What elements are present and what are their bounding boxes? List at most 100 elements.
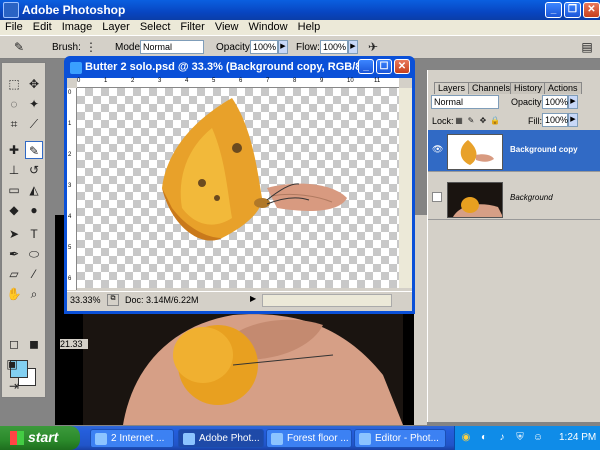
layer-thumbnail: [447, 134, 503, 170]
status-options-icon[interactable]: ⧉: [107, 294, 119, 306]
toolbox: ⬚ ✥ ◌ ✦ ⌗ ⟋ ✚ ✎ ⊥ ↺ ▭ ◭ ◆ ● ➤ T ✒ ⬭ ▱ ⁄ …: [1, 62, 46, 398]
close-button[interactable]: ✕: [583, 2, 600, 18]
shape-tool-icon[interactable]: ⬭: [25, 245, 43, 263]
tab-history[interactable]: History: [510, 82, 547, 94]
menu-filter[interactable]: Filter: [175, 20, 209, 33]
opacity-input[interactable]: 100%: [250, 40, 278, 54]
healing-brush-tool-icon[interactable]: ✚: [5, 141, 23, 159]
mode-label: Mode:: [115, 42, 143, 53]
layer-opacity-label: Opacity:: [511, 97, 545, 107]
dodge-tool-icon[interactable]: ●: [25, 201, 43, 219]
menu-layer[interactable]: Layer: [97, 20, 135, 33]
taskbar-item-editor[interactable]: Editor - Phot...: [354, 429, 446, 448]
system-tray: ◉ ◐ ♪ ⛨ ☺ 1:24 PM: [454, 426, 600, 450]
doc-minimize-button[interactable]: _: [358, 59, 374, 74]
layer-visibility-eye-icon[interactable]: 👁: [432, 144, 443, 154]
menu-image[interactable]: Image: [57, 20, 98, 33]
tab-channels[interactable]: Channels: [468, 82, 515, 94]
lock-transparency-icon[interactable]: ▦: [454, 112, 464, 130]
eyedropper-tool-icon[interactable]: ⁄: [25, 265, 43, 283]
fill-arrow-icon[interactable]: ▶: [568, 113, 578, 127]
zoom-level[interactable]: 33.33%: [70, 295, 101, 305]
marquee-tool-icon[interactable]: ⬚: [5, 75, 23, 93]
tray-messenger-icon[interactable]: ☺: [531, 429, 545, 443]
menu-window[interactable]: Window: [244, 20, 293, 33]
menu-file[interactable]: File: [0, 20, 28, 33]
path-selection-tool-icon[interactable]: ➤: [5, 225, 23, 243]
zoom-tool-icon[interactable]: ⌕: [25, 285, 43, 303]
layer-row-background[interactable]: Background: [428, 178, 600, 220]
start-button[interactable]: start: [0, 426, 80, 450]
document-horizontal-scrollbar[interactable]: [262, 294, 392, 307]
notes-tool-icon[interactable]: ▱: [5, 265, 23, 283]
brush-tool-icon[interactable]: ✎: [25, 141, 43, 159]
taskbar-clock: 1:24 PM: [559, 432, 597, 443]
photoshop-icon: [183, 433, 195, 445]
editor-icon: [359, 433, 371, 445]
pen-tool-icon[interactable]: ✒: [5, 245, 23, 263]
slice-tool-icon[interactable]: ⟋: [25, 115, 43, 133]
doc-close-button[interactable]: ✕: [394, 59, 410, 74]
doc-maximize-button[interactable]: ☐: [376, 59, 392, 74]
tab-actions[interactable]: Actions: [544, 82, 582, 94]
crop-tool-icon[interactable]: ⌗: [5, 115, 23, 133]
background-doc-scrollbar[interactable]: [414, 215, 427, 425]
palette-well-icon[interactable]: ▤: [578, 38, 596, 56]
document-window[interactable]: Butter 2 solo.psd @ 33.3% (Background co…: [64, 56, 415, 314]
lock-all-icon[interactable]: 🔒: [490, 112, 500, 130]
layer-opacity-arrow-icon[interactable]: ▶: [568, 95, 578, 109]
tray-network-icon[interactable]: ◐: [477, 429, 491, 443]
layer-blend-mode-select[interactable]: Normal: [431, 95, 499, 109]
taskbar-item-internet[interactable]: 2 Internet ...: [90, 429, 174, 448]
jump-to-imageready-icon[interactable]: ⇥: [5, 377, 23, 395]
clone-stamp-tool-icon[interactable]: ⊥: [5, 161, 23, 179]
document-canvas[interactable]: [77, 88, 399, 288]
tray-volume-icon[interactable]: ♪: [495, 429, 509, 443]
type-tool-icon[interactable]: T: [25, 225, 43, 243]
tab-layers[interactable]: Layers: [434, 82, 470, 94]
eraser-tool-icon[interactable]: ▭: [5, 181, 23, 199]
mode-select[interactable]: Normal: [140, 40, 204, 54]
flow-label: Flow:: [296, 42, 320, 53]
layer-visibility-toggle[interactable]: [432, 192, 442, 202]
document-vertical-scrollbar[interactable]: [399, 88, 412, 288]
taskbar-item-forest-floor[interactable]: Forest floor ...: [266, 429, 352, 448]
document-icon[interactable]: [70, 62, 82, 74]
status-menu-arrow-icon[interactable]: ▶: [250, 294, 256, 303]
lasso-tool-icon[interactable]: ◌: [5, 95, 23, 113]
tray-security-icon[interactable]: ⛨: [513, 429, 527, 443]
menu-select[interactable]: Select: [135, 20, 176, 33]
move-tool-icon[interactable]: ✥: [25, 75, 43, 93]
paint-bucket-tool-icon[interactable]: ◭: [25, 181, 43, 199]
hand-tool-icon[interactable]: ✋: [5, 285, 23, 303]
image-window-icon: [271, 433, 283, 445]
blur-tool-icon[interactable]: ◆: [5, 201, 23, 219]
lock-position-icon[interactable]: ✥: [478, 112, 488, 130]
tray-app-icon[interactable]: ◉: [459, 429, 473, 443]
document-title: Butter 2 solo.psd @ 33.3% (Background co…: [85, 61, 366, 73]
taskbar-item-photoshop[interactable]: Adobe Phot...: [178, 429, 264, 448]
airbrush-icon[interactable]: ✈: [364, 38, 382, 56]
brush-tool-preset-icon[interactable]: ✎: [10, 38, 28, 56]
document-content: 0 1 2 3 4 5 6 7 8 9 10 11 0 1 2 3 4 5 6: [67, 78, 412, 311]
quick-mask-mode-icon[interactable]: ◼: [25, 335, 43, 353]
menu-view[interactable]: View: [210, 20, 244, 33]
screen-mode-standard-icon[interactable]: ▣: [5, 355, 19, 373]
restore-button[interactable]: ❐: [564, 2, 581, 18]
layer-row-background-copy[interactable]: 👁 Background copy: [428, 130, 600, 172]
photoshop-app-icon[interactable]: [3, 2, 19, 18]
standard-mode-icon[interactable]: ◻: [5, 335, 23, 353]
lock-image-icon[interactable]: ✎: [466, 112, 476, 130]
minimize-button[interactable]: _: [545, 2, 562, 18]
menu-edit[interactable]: Edit: [28, 20, 57, 33]
magic-wand-tool-icon[interactable]: ✦: [25, 95, 43, 113]
fill-input[interactable]: 100%: [542, 113, 568, 127]
menu-bar: File Edit Image Layer Select Filter View Window…: [0, 20, 600, 35]
brush-size-picker-icon[interactable]: ⋮: [82, 38, 100, 56]
layer-opacity-input[interactable]: 100%: [542, 95, 568, 109]
history-brush-tool-icon[interactable]: ↺: [25, 161, 43, 179]
flow-input[interactable]: 100%: [320, 40, 348, 54]
menu-help[interactable]: Help: [293, 20, 326, 33]
opacity-arrow-icon[interactable]: ▶: [278, 40, 288, 54]
flow-arrow-icon[interactable]: ▶: [348, 40, 358, 54]
